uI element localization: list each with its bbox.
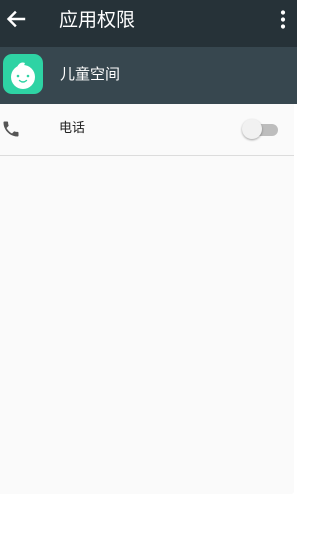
back-button[interactable]	[2, 5, 30, 33]
app-name: 儿童空间	[60, 65, 121, 83]
permission-icon	[1, 119, 21, 139]
arrow-back-icon	[6, 10, 26, 28]
more-vert-icon	[280, 10, 286, 29]
toggle-thumb	[242, 119, 262, 139]
toolbar: 应用权限	[0, 0, 297, 47]
permission-row-phone[interactable]: 电话	[0, 104, 294, 156]
app-icon	[3, 54, 43, 94]
phone-icon	[3, 121, 19, 137]
permission-label: 电话	[59, 121, 86, 136]
app-header: 儿童空间	[0, 47, 297, 104]
baby-face-icon	[11, 62, 35, 89]
permission-toggle[interactable]	[242, 119, 280, 141]
permission-list: 电话	[0, 104, 294, 494]
app-permissions-screen: 应用权限 儿童空间 电话	[0, 0, 297, 540]
page-title: 应用权限	[59, 9, 136, 31]
more-options-button[interactable]	[275, 9, 291, 31]
